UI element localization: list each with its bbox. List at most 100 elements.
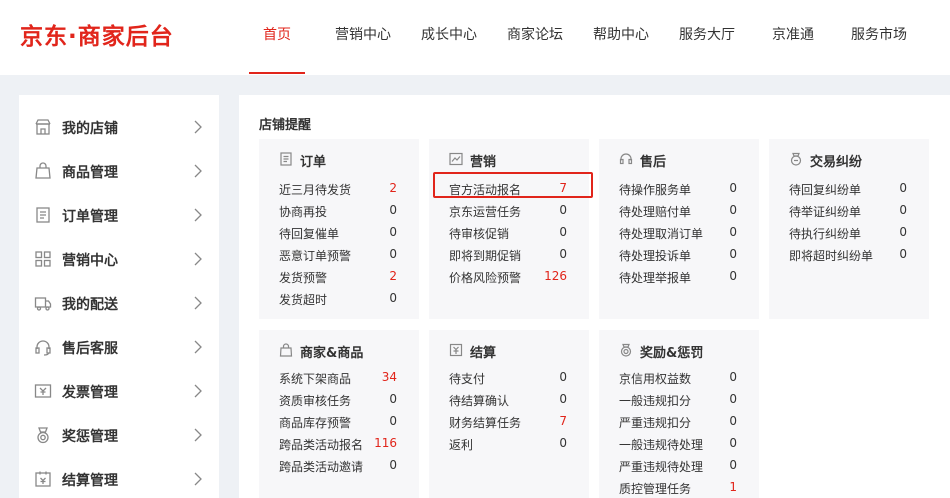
list-item[interactable]: 严重违规待处理 0 (619, 456, 749, 476)
list-item-count: 2 (389, 181, 397, 195)
sidebar-item-label: 奖惩管理 (62, 429, 118, 445)
list-item[interactable]: 京信用权益数 0 (619, 368, 749, 388)
list-item-count: 0 (899, 225, 907, 239)
list-item[interactable]: 发货超时 0 (279, 289, 409, 309)
sidebar-item-settlement-management[interactable]: 结算管理 (19, 457, 219, 498)
headset-icon (619, 152, 633, 166)
sidebar-item-invoice-management[interactable]: 发票管理 (19, 369, 219, 413)
list-item[interactable]: 一般违规待处理 0 (619, 434, 749, 454)
sidebar-item-marketing-center[interactable]: 营销中心 (19, 237, 219, 281)
list-item-count: 0 (389, 203, 397, 217)
dispute-icon (789, 152, 803, 166)
list-item[interactable]: 待举证纠纷单 0 (789, 201, 919, 221)
list-item-label: 质控管理任务 (619, 482, 692, 496)
headset-icon (34, 338, 52, 356)
list-item[interactable]: 财务结算任务 7 (449, 412, 579, 432)
list-item-label: 严重违规待处理 (619, 460, 704, 474)
card-orders: 订单 近三月待发货 2 协商再投 0 待回复催单 0 恶意订单预警 0 发货预警 2 发货… (259, 139, 419, 319)
list-item[interactable]: 商品库存预警 0 (279, 412, 409, 432)
document-icon (279, 152, 293, 166)
card-rewards-penalties: 奖励&惩罚 京信用权益数 0 一般违规扣分 0 严重违规扣分 0 一般违规待处理 0 严… (599, 330, 759, 498)
calendar-icon (34, 470, 52, 488)
list-item-count: 0 (559, 225, 567, 239)
chevron-right-icon (191, 296, 205, 310)
list-item[interactable]: 待处理取消订单 0 (619, 223, 749, 243)
list-item[interactable]: 待处理赔付单 0 (619, 201, 749, 221)
nav-item-service-market[interactable]: 服务市场 (851, 24, 907, 44)
chevron-right-icon (191, 384, 205, 398)
list-item[interactable]: 协商再投 0 (279, 201, 409, 221)
invoice-icon (34, 382, 52, 400)
list-item-label: 待处理赔付单 (619, 205, 692, 219)
card-title: 奖励&惩罚 (640, 346, 704, 361)
nav-item-help-center[interactable]: 帮助中心 (593, 24, 649, 44)
sidebar-item-rewards-penalties[interactable]: 奖惩管理 (19, 413, 219, 457)
list-item-label: 恶意订单预警 (279, 249, 352, 263)
list-item-count: 0 (389, 458, 397, 472)
list-item[interactable]: 返利 0 (449, 434, 579, 454)
list-item[interactable]: 待回复纠纷单 0 (789, 179, 919, 199)
list-item-label: 商品库存预警 (279, 416, 352, 430)
list-item-count: 0 (559, 203, 567, 217)
sidebar-item-product-management[interactable]: 商品管理 (19, 149, 219, 193)
nav-item-marketing-center[interactable]: 营销中心 (335, 24, 391, 44)
chart-icon (449, 152, 463, 166)
list-item[interactable]: 即将到期促销 0 (449, 245, 579, 265)
nav-item-jzt[interactable]: 京准通 (772, 24, 814, 44)
list-item[interactable]: 待回复催单 0 (279, 223, 409, 243)
card-after-sales: 售后 待操作服务单 0 待处理赔付单 0 待处理取消订单 0 待处理投诉单 0 待处理举… (599, 139, 759, 319)
document-icon (34, 206, 52, 224)
sidebar-item-my-store[interactable]: 我的店铺 (19, 105, 219, 149)
list-item-count: 0 (389, 225, 397, 239)
sidebar-item-label: 我的店铺 (62, 121, 118, 137)
sidebar-item-order-management[interactable]: 订单管理 (19, 193, 219, 237)
nav-item-merchant-forum[interactable]: 商家论坛 (507, 24, 563, 44)
sidebar-item-label: 售后客服 (62, 341, 118, 357)
list-item[interactable]: 待处理举报单 0 (619, 267, 749, 287)
list-item[interactable]: 近三月待发货 2 (279, 179, 409, 199)
sidebar-item-my-delivery[interactable]: 我的配送 (19, 281, 219, 325)
list-item[interactable]: 待审核促销 0 (449, 223, 579, 243)
list-item-count: 0 (729, 370, 737, 384)
list-item[interactable]: 跨品类活动邀请 0 (279, 456, 409, 476)
list-item-count: 0 (899, 181, 907, 195)
list-item-label: 待操作服务单 (619, 183, 692, 197)
list-item[interactable]: 待执行纠纷单 0 (789, 223, 919, 243)
sidebar-item-label: 订单管理 (62, 209, 118, 225)
list-item-label: 京信用权益数 (619, 372, 692, 386)
list-item-count: 0 (389, 291, 397, 305)
list-item[interactable]: 价格风险预警 126 (449, 267, 579, 287)
card-merchant-products: 商家&商品 系统下架商品 34 资质审核任务 0 商品库存预警 0 跨品类活动报名 11… (259, 330, 419, 498)
list-item[interactable]: 恶意订单预警 0 (279, 245, 409, 265)
list-item-label: 发货预警 (279, 271, 328, 285)
list-item[interactable]: 京东运营任务 0 (449, 201, 579, 221)
list-item-label: 即将超时纠纷单 (789, 249, 874, 263)
list-item[interactable]: 即将超时纠纷单 0 (789, 245, 919, 265)
nav-item-growth-center[interactable]: 成长中心 (421, 24, 477, 44)
list-item-label: 待举证纠纷单 (789, 205, 862, 219)
list-item[interactable]: 质控管理任务 1 (619, 478, 749, 498)
list-item[interactable]: 系统下架商品 34 (279, 368, 409, 388)
sidebar-item-after-sales[interactable]: 售后客服 (19, 325, 219, 369)
list-item-label: 一般违规待处理 (619, 438, 704, 452)
list-item-label: 资质审核任务 (279, 394, 352, 408)
brand-logo[interactable]: 京东·商家后台 (20, 17, 174, 51)
list-item[interactable]: 发货预警 2 (279, 267, 409, 287)
nav-item-service-hall[interactable]: 服务大厅 (679, 24, 735, 44)
list-item[interactable]: 待处理投诉单 0 (619, 245, 749, 265)
chevron-right-icon (191, 208, 205, 222)
list-item-label: 待结算确认 (449, 394, 510, 408)
list-item[interactable]: 待操作服务单 0 (619, 179, 749, 199)
list-item-count: 0 (729, 436, 737, 450)
list-item[interactable]: 一般违规扣分 0 (619, 390, 749, 410)
list-item[interactable]: 资质审核任务 0 (279, 390, 409, 410)
list-item[interactable]: 待支付 0 (449, 368, 579, 388)
list-item-count: 0 (389, 247, 397, 261)
list-item-count: 0 (389, 392, 397, 406)
list-item-count: 0 (559, 392, 567, 406)
list-item[interactable]: 跨品类活动报名 116 (279, 434, 409, 454)
nav-item-home[interactable]: 首页 (263, 24, 291, 44)
list-item-label: 协商再投 (279, 205, 328, 219)
list-item[interactable]: 严重违规扣分 0 (619, 412, 749, 432)
list-item[interactable]: 待结算确认 0 (449, 390, 579, 410)
